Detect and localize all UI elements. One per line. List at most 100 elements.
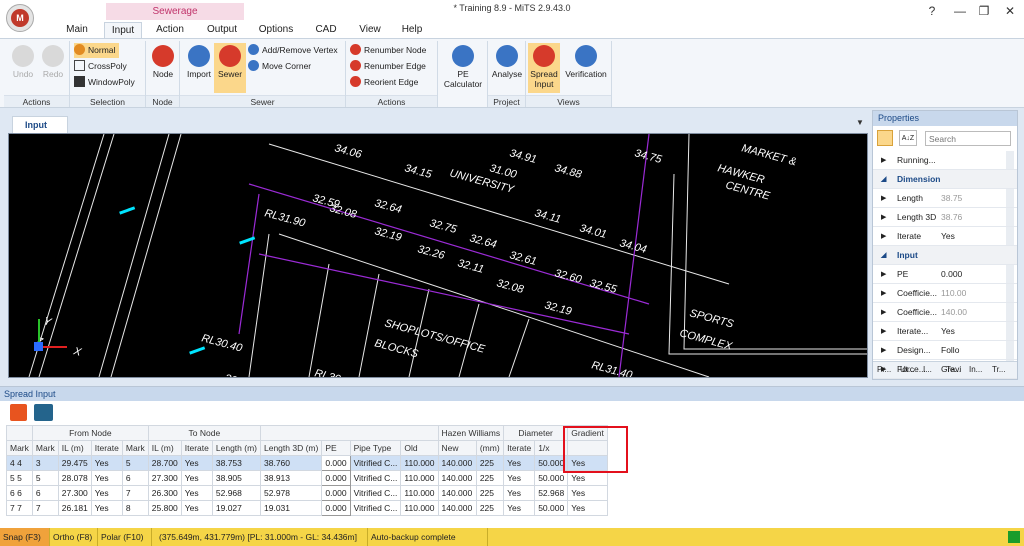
column-header[interactable]: IL (m) <box>147 440 182 456</box>
table-row[interactable]: 4 4 3 29.475 Yes 5 28.700 Yes 38.753 38.760 0.000… <box>6 455 608 471</box>
table-cell[interactable]: 38.905 <box>211 470 262 486</box>
table-cell[interactable]: 52.968 <box>534 485 569 501</box>
table-cell[interactable]: 7 <box>31 500 59 516</box>
node-button[interactable]: Node <box>150 45 176 79</box>
tab-action[interactable]: Action <box>148 22 192 38</box>
help-button[interactable]: ? <box>920 2 944 20</box>
table-row[interactable]: 7 7 7 26.181 Yes 8 25.800 Yes 19.027 19.031 0.000… <box>6 500 608 516</box>
spread-table[interactable]: From Node To Node Hazen Williams Diameter Gr… <box>6 425 608 516</box>
table-cell[interactable]: 140.000 <box>437 485 477 501</box>
table-row[interactable]: 5 5 5 28.078 Yes 6 27.300 Yes 38.905 38.913 0.000… <box>6 470 608 486</box>
table-cell[interactable]: 225 <box>475 470 505 486</box>
table-cell[interactable]: Yes <box>503 470 536 486</box>
table-cell[interactable]: 19.031 <box>259 500 323 516</box>
tab-output[interactable]: Output <box>198 22 246 38</box>
table-cell[interactable]: 28.700 <box>147 455 182 471</box>
table-cell[interactable]: Yes <box>90 455 123 471</box>
table-cell[interactable]: Yes <box>567 500 608 516</box>
table-cell[interactable]: 27.300 <box>57 485 92 501</box>
restore-button[interactable]: ❐ <box>972 2 996 20</box>
property-value[interactable]: Gravi <box>941 360 961 379</box>
table-cell[interactable]: 25.800 <box>147 500 182 516</box>
app-logo[interactable]: M <box>6 4 34 32</box>
property-value[interactable]: 38.76 <box>941 208 962 227</box>
property-row[interactable]: ▶ Coefficie... 140.00 <box>873 303 1017 322</box>
table-cell[interactable]: 7 7 <box>6 500 33 516</box>
table-cell[interactable]: 5 <box>121 455 149 471</box>
table-cell[interactable]: 29.475 <box>57 455 92 471</box>
column-header[interactable]: Iterate <box>503 440 536 456</box>
property-row[interactable]: ▶ Coefficie... 110.00 <box>873 284 1017 303</box>
column-header[interactable]: Old <box>400 440 439 456</box>
table-cell[interactable]: 28.078 <box>57 470 92 486</box>
crosspoly-button[interactable]: CrossPoly <box>74 59 127 74</box>
property-row[interactable]: ▶ Force... Gravi <box>873 360 1017 379</box>
table-cell[interactable]: 38.760 <box>259 455 323 471</box>
spread-input-button[interactable]: Spread Input <box>528 43 560 93</box>
property-row[interactable]: ▶ Iterate Yes <box>873 227 1017 246</box>
polar-toggle[interactable]: Polar (F10) <box>98 528 152 546</box>
table-cell[interactable]: Vitrified C... <box>349 485 402 501</box>
table-cell[interactable]: Yes <box>180 470 213 486</box>
tab-options[interactable]: Options <box>252 22 300 38</box>
categorized-icon[interactable] <box>877 130 893 146</box>
column-header[interactable]: Pipe Type <box>349 440 402 456</box>
tab-cad[interactable]: CAD <box>306 22 346 38</box>
column-header[interactable]: Mark <box>31 440 59 456</box>
table-cell[interactable]: Vitrified C... <box>349 455 402 471</box>
column-header[interactable]: Length (m) <box>211 440 262 456</box>
column-header[interactable]: Mark <box>121 440 149 456</box>
table-cell[interactable]: 38.913 <box>259 470 323 486</box>
table-row[interactable]: 6 6 6 27.300 Yes 7 26.300 Yes 52.968 52.978 0.000… <box>6 485 608 501</box>
table-cell[interactable]: 38.753 <box>211 455 262 471</box>
property-row[interactable]: ▶ PE 0.000 <box>873 265 1017 284</box>
table-cell[interactable]: 110.000 <box>400 455 439 471</box>
table-cell[interactable]: 52.968 <box>211 485 262 501</box>
doc-tab-input[interactable]: Input <box>12 116 68 133</box>
property-row[interactable]: ▶ Design... Follo <box>873 341 1017 360</box>
table-cell[interactable]: Yes <box>180 485 213 501</box>
table-cell[interactable]: 5 <box>31 470 59 486</box>
renumber-node-button[interactable]: Renumber Node <box>350 43 426 58</box>
column-header[interactable]: PE <box>321 440 351 456</box>
table-cell[interactable]: 26.300 <box>147 485 182 501</box>
table-cell[interactable]: 26.181 <box>57 500 92 516</box>
table-cell[interactable]: 140.000 <box>437 500 477 516</box>
table-cell[interactable]: 19.027 <box>211 500 262 516</box>
tab-view[interactable]: View <box>352 22 388 38</box>
verification-button[interactable]: Verification <box>562 45 610 79</box>
property-category[interactable]: ◢ Dimension <box>873 170 1017 189</box>
redo-button[interactable]: Redo <box>40 45 66 79</box>
windowpoly-button[interactable]: WindowPoly <box>74 75 135 90</box>
column-header[interactable]: Iterate <box>180 440 213 456</box>
column-header[interactable]: Iterate <box>90 440 123 456</box>
property-row[interactable]: ▶ Length 38.75 <box>873 189 1017 208</box>
column-header[interactable]: New <box>437 440 477 456</box>
table-cell[interactable]: Yes <box>180 500 213 516</box>
table-cell[interactable]: 7 <box>121 485 149 501</box>
delete-row-button[interactable] <box>10 404 27 421</box>
property-value[interactable]: 140.00 <box>941 303 967 322</box>
table-cell[interactable]: 0.000 <box>321 485 351 501</box>
sort-alpha-icon[interactable]: A↓Z <box>899 130 917 146</box>
table-cell[interactable]: 5 5 <box>6 470 33 486</box>
move-corner-button[interactable]: Move Corner <box>248 59 311 74</box>
table-cell[interactable]: 6 <box>121 470 149 486</box>
property-value[interactable]: 110.00 <box>941 284 966 303</box>
tab-main[interactable]: Main <box>60 22 94 38</box>
snap-toggle[interactable]: Snap (F3) <box>0 528 50 546</box>
import-button[interactable]: Import <box>184 45 214 79</box>
table-cell[interactable]: 225 <box>475 485 505 501</box>
column-header[interactable]: IL (m) <box>57 440 92 456</box>
column-header[interactable]: Length 3D (m) <box>259 440 323 456</box>
properties-search-input[interactable] <box>925 131 1011 146</box>
table-cell[interactable]: 0.000 <box>321 500 351 516</box>
tab-dropdown-icon[interactable]: ▼ <box>856 118 864 127</box>
property-category[interactable]: ◢ Input <box>873 246 1017 265</box>
table-cell[interactable]: 110.000 <box>400 500 439 516</box>
table-cell[interactable]: 0.000 <box>321 470 351 486</box>
table-cell[interactable]: Yes <box>180 455 213 471</box>
table-cell[interactable]: Vitrified C... <box>349 500 402 516</box>
property-value[interactable]: 38.75 <box>941 189 962 208</box>
tab-help[interactable]: Help <box>394 22 430 38</box>
